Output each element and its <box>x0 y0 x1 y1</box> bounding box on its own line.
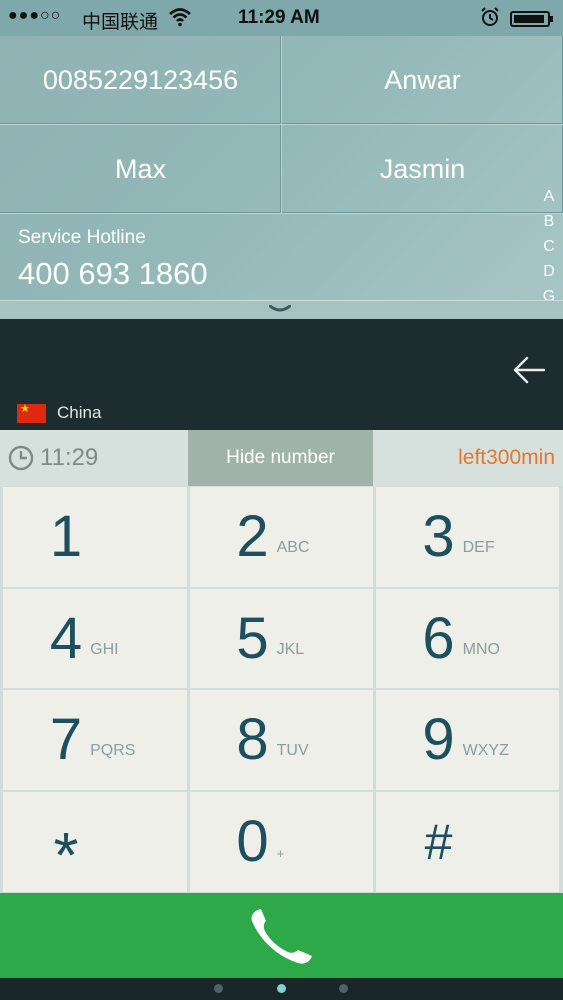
page-indicator <box>0 978 563 1000</box>
index-letter[interactable]: A <box>541 184 557 209</box>
status-bar: ●●●○○ 中国联通 11:29 AM <box>0 0 563 36</box>
alphabet-index[interactable]: A B C D G <box>541 184 557 309</box>
key-letters: TUV <box>276 742 309 759</box>
index-letter[interactable]: C <box>541 234 557 259</box>
key-digit: 1 <box>49 504 83 569</box>
recent-contacts-panel: 0085229123456 Anwar Max Jasmin Service H… <box>0 36 563 305</box>
arrow-left-icon[interactable] <box>512 355 546 390</box>
key-digit: 2 <box>236 504 269 569</box>
key-digit: 3 <box>422 504 455 569</box>
key-letters: DEF <box>462 539 495 556</box>
key-digit: * <box>53 819 79 891</box>
key-letters: + <box>276 845 285 861</box>
key-1[interactable]: 1 <box>3 487 187 587</box>
hotline-label: Service Hotline <box>18 227 146 248</box>
service-hotline-tile[interactable]: Service Hotline 400 693 1860 <box>0 214 540 300</box>
key-letters: ABC <box>276 539 310 556</box>
key-hash[interactable]: # <box>376 792 559 892</box>
timer-value: 11:29 <box>40 444 99 471</box>
key-letters: MNO <box>462 640 500 658</box>
collapse-handle[interactable] <box>0 300 563 319</box>
key-2[interactable]: 2 ABC <box>190 487 373 587</box>
hide-number-button[interactable]: Hide number <box>188 430 373 486</box>
key-digit: 8 <box>236 707 269 772</box>
country-name: China <box>57 403 102 422</box>
key-letters: JKL <box>276 640 305 658</box>
key-letters: GHI <box>90 640 119 658</box>
call-info-bar: 11:29 Hide number left300min <box>0 430 563 486</box>
key-7[interactable]: 7 PQRS <box>3 690 187 790</box>
contact-tile[interactable]: Anwar <box>282 36 563 125</box>
key-digit: 9 <box>422 707 455 772</box>
key-3[interactable]: 3 DEF <box>376 487 559 587</box>
key-8[interactable]: 8 TUV <box>190 690 373 790</box>
page-dot[interactable] <box>339 984 348 993</box>
phone-handset-icon <box>251 908 312 964</box>
key-digit: 6 <box>422 605 455 671</box>
contact-tile[interactable]: 0085229123456 <box>0 36 282 125</box>
key-4[interactable]: 4 GHI <box>3 589 187 688</box>
timer: 11:29 <box>8 444 98 472</box>
wifi-icon <box>168 6 192 34</box>
key-digit: 0 <box>236 809 269 874</box>
key-5[interactable]: 5 JKL <box>190 589 373 688</box>
battery-icon <box>510 11 553 27</box>
key-digit: 4 <box>49 605 83 671</box>
key-9[interactable]: 9 WXYZ <box>376 690 559 790</box>
minutes-remaining: left300min <box>458 446 555 469</box>
dial-keypad: 1 2 ABC 3 DEF 4 GHI 5 JKL 6 MNO 7 PQRS 8… <box>0 486 563 893</box>
status-time: 11:29 AM <box>238 7 320 28</box>
contact-tile[interactable]: Max <box>0 125 282 214</box>
call-button[interactable] <box>0 893 563 978</box>
clock-icon <box>8 445 34 471</box>
china-flag-icon: ★ <box>17 403 46 423</box>
key-digit: 5 <box>236 605 269 671</box>
key-star[interactable]: * <box>3 792 187 892</box>
key-digit: # <box>424 814 453 870</box>
signal-strength-icon: ●●●○○ <box>8 7 62 24</box>
key-digit: 7 <box>49 707 83 772</box>
key-letters: PQRS <box>90 742 136 759</box>
number-display-area: ★ China <box>0 319 563 430</box>
index-letter[interactable]: B <box>541 209 557 234</box>
country-selector[interactable]: ★ China <box>17 403 101 423</box>
chevron-down-icon <box>269 305 291 312</box>
page-dot[interactable] <box>214 984 223 993</box>
key-0[interactable]: 0 + <box>190 792 373 892</box>
key-6[interactable]: 6 MNO <box>376 589 559 688</box>
carrier-name: 中国联通 <box>82 12 159 33</box>
alarm-clock-icon <box>480 7 500 33</box>
hotline-number: 400 693 1860 <box>18 256 208 291</box>
key-letters: WXYZ <box>462 742 509 759</box>
contact-tile[interactable]: Jasmin <box>282 125 563 214</box>
page-dot-active[interactable] <box>277 984 286 993</box>
index-letter[interactable]: D <box>541 259 557 284</box>
